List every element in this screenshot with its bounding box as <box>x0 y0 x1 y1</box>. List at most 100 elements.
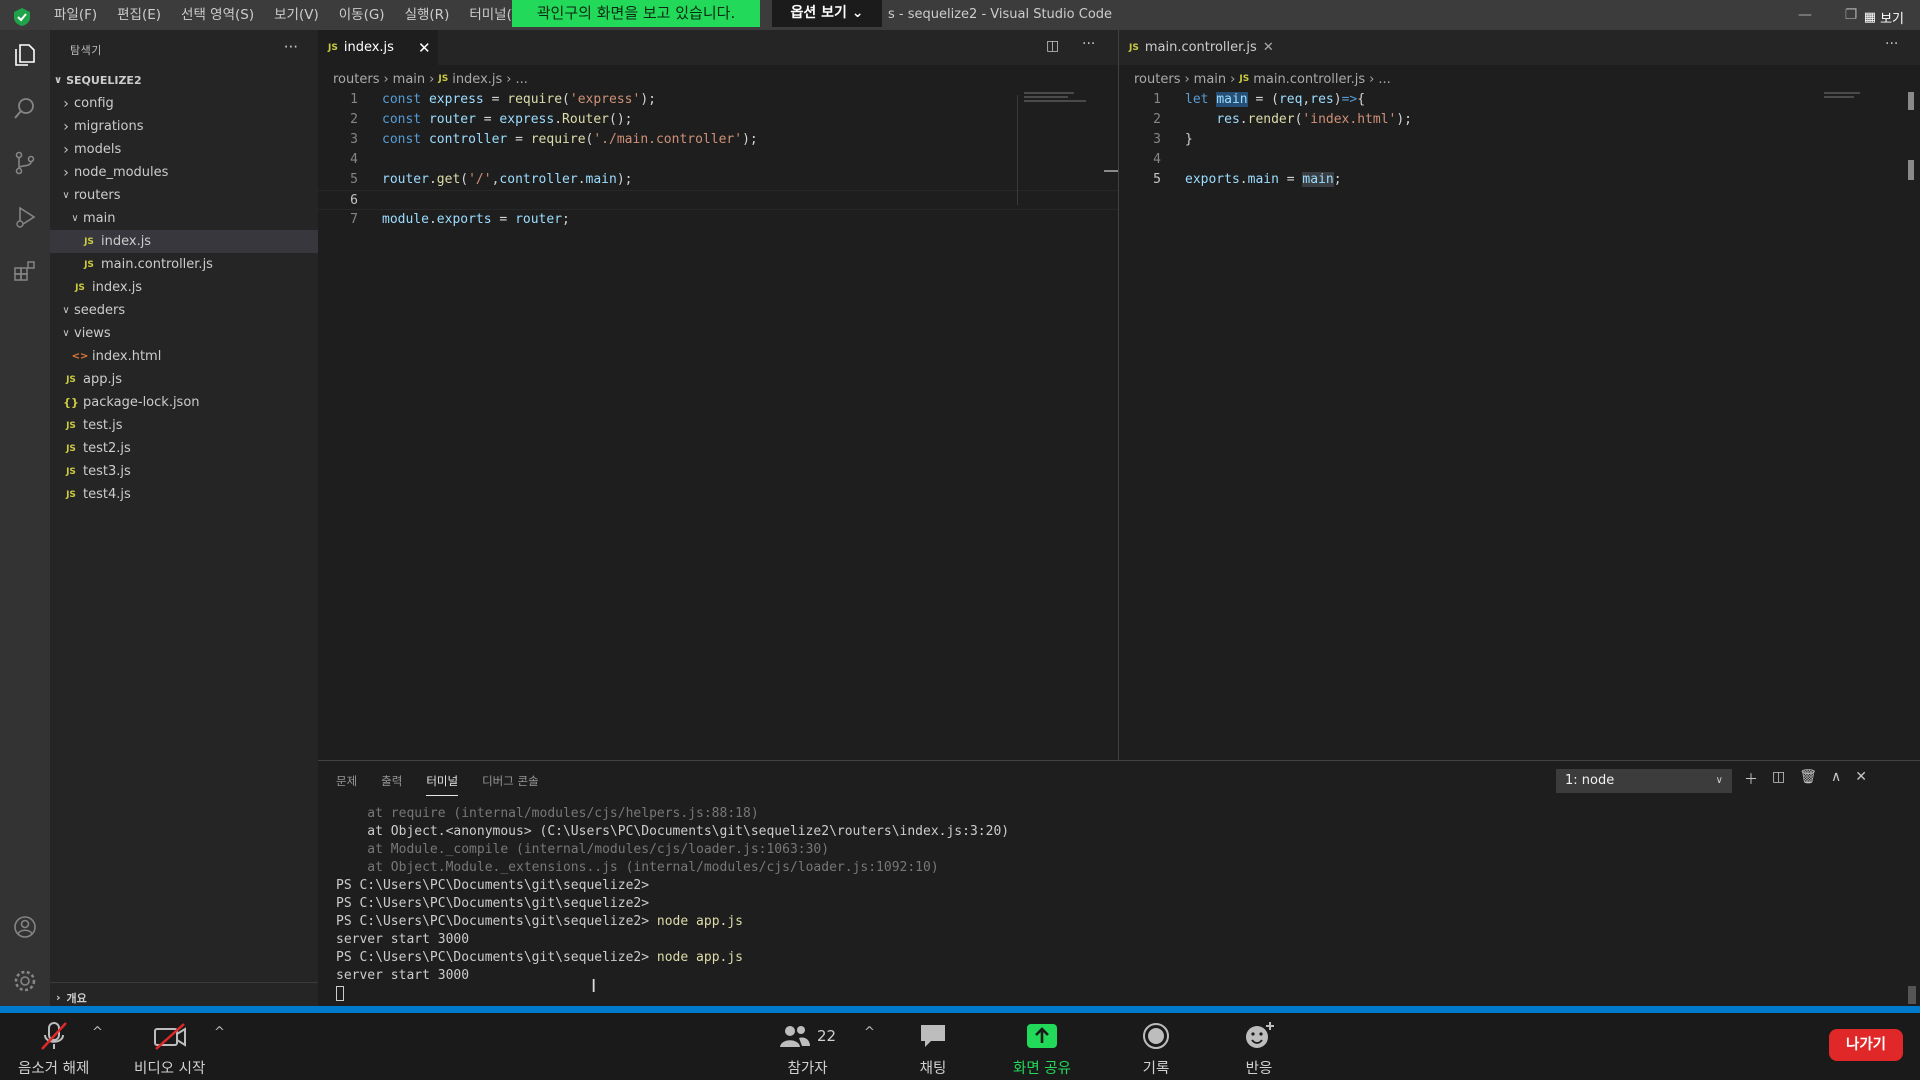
code-editor-left[interactable]: 1 const express = require('express'); 2 con… <box>318 90 1118 230</box>
tree-item[interactable]: {} package-lock.json <box>50 391 318 414</box>
code-token: require <box>507 92 563 107</box>
search-icon[interactable] <box>8 92 42 126</box>
tree-item[interactable]: ∨ views <box>50 322 318 345</box>
js-file-icon: JS <box>66 443 76 454</box>
caret-up-icon[interactable]: ^ <box>864 1025 875 1040</box>
tree-item[interactable]: <> index.html <box>50 345 318 368</box>
menu-item[interactable]: 편집(E) <box>107 0 171 30</box>
reactions-button[interactable]: 반응 <box>1243 1021 1275 1078</box>
tree-item[interactable]: JS test4.js <box>50 483 318 506</box>
menu-item[interactable]: 파일(F) <box>44 0 107 30</box>
breadcrumb-item[interactable]: index.js <box>452 72 502 87</box>
split-terminal-icon[interactable]: ◫ <box>1772 769 1785 789</box>
code-editor-right[interactable]: 1 let main = (req,res)=>{2 res.render('in… <box>1119 90 1899 190</box>
tree-item[interactable]: › migrations <box>50 115 318 138</box>
terminal-scrollbar[interactable] <box>1908 986 1916 1004</box>
run-debug-icon[interactable] <box>8 200 42 234</box>
chevron-down-icon: ∨ <box>54 74 63 86</box>
close-tab-icon[interactable]: ✕ <box>1263 40 1274 55</box>
leave-meeting-button[interactable]: 나가기 <box>1829 1029 1903 1061</box>
more-actions-icon[interactable]: ··· <box>284 38 298 56</box>
breadcrumb-item[interactable]: routers <box>1134 72 1180 87</box>
menu-item[interactable]: 선택 영역(S) <box>171 0 264 30</box>
tree-item[interactable]: ∨ main <box>50 207 318 230</box>
maximize-panel-icon[interactable]: ∧ <box>1831 769 1841 789</box>
chevron-down-icon: ∨ <box>62 328 70 339</box>
tab-main-controller-js[interactable]: JS main.controller.js ✕ <box>1119 30 1279 65</box>
code-token: . <box>1239 112 1248 127</box>
new-terminal-plus-icon[interactable]: ＋ <box>1744 769 1758 789</box>
split-editor-icon[interactable]: ◫ <box>1046 38 1059 54</box>
terminal-text: at require (internal/modules/cjs/helpers… <box>336 806 759 821</box>
tree-item[interactable]: › models <box>50 138 318 161</box>
code-token: . <box>428 172 437 187</box>
breadcrumb-item[interactable]: ... <box>516 72 528 87</box>
scrollbar-right[interactable] <box>1908 92 1914 110</box>
panel-tab[interactable]: 디버그 콘솔 <box>482 773 539 796</box>
project-root-folder[interactable]: ∨ SEQUELIZE2 <box>54 70 318 90</box>
view-button-label: 보기 <box>1880 12 1904 27</box>
caret-up-icon[interactable]: ^ <box>214 1025 225 1040</box>
breadcrumb-item[interactable]: main <box>1194 72 1226 87</box>
line-code: let main = (req,res)=>{ <box>1161 90 1365 110</box>
share-screen-button[interactable]: 화면 공유 <box>1013 1021 1071 1078</box>
code-token: = <box>507 132 531 147</box>
panel-tab[interactable]: 터미널 <box>426 773 459 796</box>
tree-item[interactable]: › config <box>50 92 318 115</box>
record-label: 기록 <box>1142 1061 1170 1077</box>
participants-button[interactable]: 22 참가자 <box>779 1021 836 1078</box>
tree-item[interactable]: JS test2.js <box>50 437 318 460</box>
extensions-icon[interactable] <box>8 254 42 288</box>
minimap-left[interactable] <box>1024 92 1104 102</box>
tree-item[interactable]: ∨ routers <box>50 184 318 207</box>
tree-item[interactable]: › node_modules <box>50 161 318 184</box>
terminal-line: at Module._compile (internal/modules/cjs… <box>336 841 1009 859</box>
breadcrumb-item[interactable]: main <box>393 72 425 87</box>
chat-button[interactable]: 채팅 <box>918 1021 948 1078</box>
minimap-right[interactable] <box>1824 92 1894 102</box>
menu-item[interactable]: 보기(V) <box>264 0 329 30</box>
minimize-icon[interactable]: — <box>1782 0 1828 30</box>
participants-icon <box>780 1026 810 1047</box>
tab-index-js[interactable]: JS index.js ✕ <box>318 30 438 65</box>
explorer-icon[interactable] <box>8 38 42 72</box>
tree-item[interactable]: JS index.js <box>50 230 318 253</box>
code-token: ) <box>1333 92 1342 107</box>
tree-item[interactable]: JS test3.js <box>50 460 318 483</box>
accounts-icon[interactable] <box>8 910 42 944</box>
menu-item[interactable]: 이동(G) <box>329 0 395 30</box>
terminal-text: PS C:\Users\PC\Documents\git\sequelize2> <box>336 896 650 911</box>
breadcrumb-item[interactable]: routers <box>333 72 379 87</box>
caret-up-icon[interactable]: ^ <box>92 1025 103 1040</box>
panel-tab[interactable]: 문제 <box>336 773 357 796</box>
close-tab-icon[interactable]: ✕ <box>418 39 431 57</box>
tree-item[interactable]: JS main.controller.js <box>50 253 318 276</box>
js-file-icon: JS <box>66 420 76 431</box>
tree-item[interactable]: JS test.js <box>50 414 318 437</box>
source-control-icon[interactable] <box>8 146 42 180</box>
panel-tab[interactable]: 출력 <box>381 773 402 796</box>
code-token: = <box>491 212 516 227</box>
code-token: Router <box>562 112 610 127</box>
close-panel-icon[interactable]: ✕ <box>1855 769 1867 789</box>
chevron-right-icon: › <box>383 71 389 87</box>
video-button[interactable]: 비디오 시작 <box>134 1021 205 1078</box>
view-options-button[interactable]: 옵션 보기 ⌄ <box>772 0 882 27</box>
trash-icon[interactable]: 🗑 <box>1799 769 1817 789</box>
menu-item[interactable]: 실행(R) <box>395 0 460 30</box>
code-token: render <box>1247 112 1295 127</box>
terminal-output[interactable]: at require (internal/modules/cjs/helpers… <box>336 805 1009 1003</box>
breadcrumb-item[interactable]: main.controller.js <box>1253 72 1365 87</box>
editor-more-icon[interactable]: ··· <box>1082 36 1095 52</box>
record-button[interactable]: 기록 <box>1141 1021 1171 1078</box>
tree-item[interactable]: JS app.js <box>50 368 318 391</box>
view-button[interactable]: ▦ 보기 <box>1864 8 1904 27</box>
settings-gear-icon[interactable] <box>8 964 42 998</box>
mute-button[interactable]: 음소거 해제 <box>18 1021 89 1078</box>
tree-item[interactable]: JS index.js <box>50 276 318 299</box>
terminal-select[interactable]: 1: node ∨ <box>1556 769 1732 793</box>
tree-item[interactable]: ∨ seeders <box>50 299 318 322</box>
breadcrumb-item[interactable]: ... <box>1378 72 1390 87</box>
editor-more-icon[interactable]: ··· <box>1885 36 1898 52</box>
